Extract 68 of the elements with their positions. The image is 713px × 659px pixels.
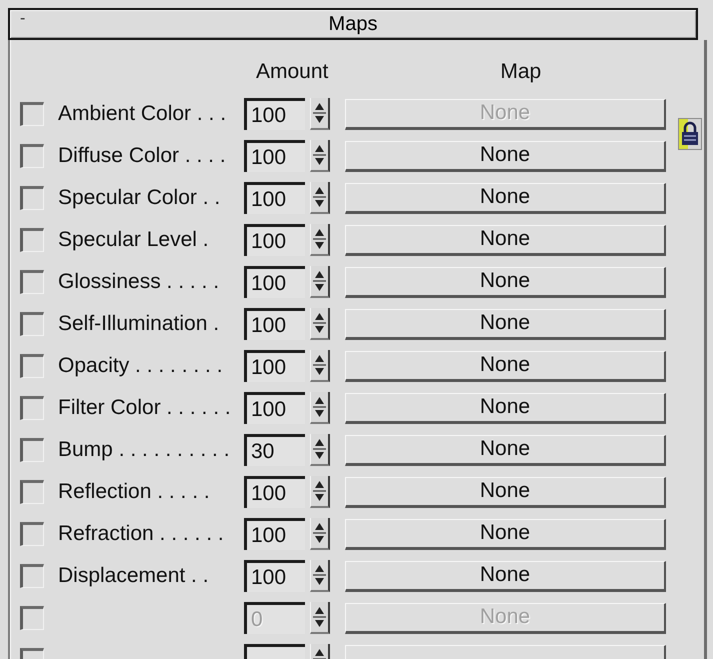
map-channel-label: Specular Color . . — [58, 185, 222, 211]
amount-field[interactable]: 100 — [244, 266, 305, 298]
amount-field[interactable]: 100 — [244, 98, 305, 130]
spinner-button[interactable] — [310, 392, 330, 424]
map-button[interactable]: None — [345, 224, 666, 256]
map-button[interactable]: None — [345, 140, 666, 172]
checkbox[interactable] — [20, 102, 44, 126]
amount-field[interactable]: 100 — [244, 476, 305, 508]
map-button[interactable]: None — [345, 560, 666, 592]
amount-field[interactable]: 100 — [244, 224, 305, 256]
amount-field[interactable]: 100 — [244, 308, 305, 340]
rollout-title: Maps — [328, 12, 378, 36]
map-channel-label: Bump . . . . . . . . . . — [58, 437, 231, 463]
map-button[interactable]: None — [345, 350, 666, 382]
map-button[interactable]: None — [345, 518, 666, 550]
spinner-button[interactable] — [310, 350, 330, 382]
amount-field[interactable]: 30 — [244, 434, 305, 466]
checkbox[interactable] — [20, 606, 44, 630]
amount-field[interactable]: 100 — [244, 350, 305, 382]
spinner-button[interactable] — [310, 518, 330, 550]
map-channel-label: Ambient Color . . . — [58, 101, 228, 127]
map-button[interactable]: None — [345, 182, 666, 214]
amount-field[interactable]: 100 — [244, 518, 305, 550]
spinner-button[interactable] — [310, 140, 330, 172]
amount-field[interactable]: 100 — [244, 140, 305, 172]
map-channel-label: Refraction . . . . . . — [58, 521, 225, 547]
checkbox[interactable] — [20, 354, 44, 378]
amount-field[interactable]: 100 — [244, 560, 305, 592]
checkbox[interactable] — [20, 480, 44, 504]
spinner-button[interactable] — [310, 308, 330, 340]
map-channel-label: Filter Color . . . . . . — [58, 395, 232, 421]
spinner-button[interactable] — [310, 602, 330, 634]
checkbox[interactable] — [20, 564, 44, 588]
spinner-button[interactable] — [310, 434, 330, 466]
map-button[interactable]: None — [345, 476, 666, 508]
column-header: Amount — [256, 59, 328, 85]
collapse-sign: - — [20, 11, 26, 27]
map-channel-label: Displacement . . — [58, 563, 210, 589]
column-header: Map — [500, 59, 542, 85]
spinner-button[interactable] — [310, 266, 330, 298]
map-channel-label: Glossiness . . . . . — [58, 269, 220, 295]
map-channel-label: Self-Illumination . — [58, 311, 220, 337]
map-channel-label: Opacity . . . . . . . . — [58, 353, 224, 379]
checkbox[interactable] — [20, 396, 44, 420]
checkbox[interactable] — [20, 312, 44, 336]
checkbox[interactable] — [20, 186, 44, 210]
checkbox[interactable] — [20, 228, 44, 252]
map-button[interactable]: None — [345, 308, 666, 340]
map-button[interactable]: None — [345, 392, 666, 424]
checkbox[interactable] — [20, 144, 44, 168]
spinner-button[interactable] — [310, 224, 330, 256]
spinner-button[interactable] — [310, 476, 330, 508]
map-channel-label: Diffuse Color . . . . — [58, 143, 227, 169]
checkbox[interactable] — [20, 438, 44, 462]
spinner-button[interactable] — [310, 182, 330, 214]
checkbox[interactable] — [20, 270, 44, 294]
map-channel-label: Reflection . . . . . — [58, 479, 211, 505]
padlock-icon — [680, 121, 700, 147]
lock-button[interactable] — [678, 118, 702, 150]
spinner-button[interactable] — [310, 98, 330, 130]
amount-field[interactable]: 100 — [244, 392, 305, 424]
rollout-header[interactable]: - Maps — [8, 8, 698, 40]
map-channel-label: Specular Level . — [58, 227, 210, 253]
spinner-button[interactable] — [310, 560, 330, 592]
amount-field[interactable]: 100 — [244, 182, 305, 214]
checkbox[interactable] — [20, 522, 44, 546]
map-button[interactable]: None — [345, 434, 666, 466]
map-button[interactable]: None — [345, 266, 666, 298]
